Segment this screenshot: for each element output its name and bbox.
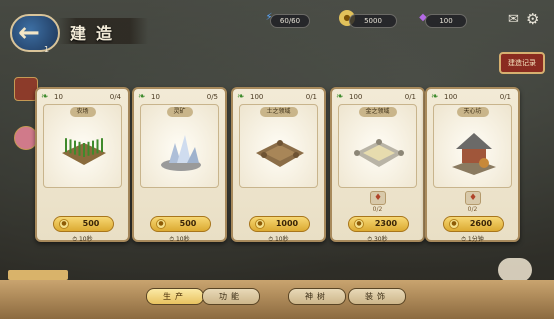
gold-counter: 5000 [349, 14, 397, 28]
build-count: 0/1 [305, 93, 317, 101]
building-card-pavilion[interactable]: ❧ 100 0/1 天心坊 ♦ 0/2 ● 2600 ⏱ 1分钟 [425, 87, 520, 243]
leaf-icon: ❧ [336, 92, 344, 102]
build-time: ⏱ 30秒 [367, 236, 388, 243]
building-pavilion-icon [448, 129, 500, 175]
build-button[interactable]: ● 500 [53, 216, 114, 232]
back-button[interactable]: ← [10, 14, 60, 52]
building-farm-icon [58, 129, 110, 175]
build-time-value: 10秒 [274, 236, 289, 243]
leaf-cost: 100 [349, 93, 363, 101]
tab-production[interactable]: 生产 [146, 288, 204, 305]
building-name: 农场 [69, 107, 96, 117]
build-button[interactable]: ● 2300 [348, 216, 409, 232]
leaf-icon: ❧ [138, 92, 146, 102]
gem-counter: 100 [425, 14, 467, 28]
required-item-count: 0/2 [467, 206, 478, 213]
building-metal-icon [353, 129, 405, 175]
level-badge: 1 [44, 45, 50, 54]
building-card-farm[interactable]: ❧ 10 0/4 农场 ● 500 ⏱ 10秒 [35, 87, 130, 243]
tab-divine-tree[interactable]: 神树 [288, 288, 346, 305]
energy-counter: 60/60 [270, 14, 310, 28]
build-time-value: 1分钟 [467, 236, 484, 243]
building-earth-icon [254, 129, 306, 175]
building-preview: 灵矿 [140, 104, 219, 188]
build-button[interactable]: ● 2600 [443, 216, 504, 232]
building-preview: 金之领域 [338, 104, 417, 188]
building-card-metal[interactable]: ❧ 100 0/1 金之领域 ♦ 0/2 ● 2300 ⏱ 30秒 [330, 87, 425, 243]
build-button[interactable]: ● 1000 [249, 216, 310, 232]
gold-coin-icon: ● [354, 219, 364, 229]
build-count: 0/5 [206, 93, 218, 101]
required-item-count: 0/2 [372, 206, 383, 213]
leaf-cost: 10 [151, 93, 160, 101]
leaf-icon: ❧ [431, 92, 439, 102]
build-time: ⏱ 1分钟 [461, 236, 484, 243]
build-time-value: 10秒 [78, 236, 93, 243]
gold-coin-icon: ● [449, 219, 459, 229]
gold-coin-icon: ● [59, 219, 69, 229]
leaf-cost: 10 [54, 93, 63, 101]
required-item-icon: ♦ [465, 191, 481, 205]
building-preview: 天心坊 [433, 104, 512, 188]
build-record-tag[interactable]: 建造记录 [499, 52, 545, 74]
build-time-value: 30秒 [373, 236, 388, 243]
build-price: 1000 [275, 219, 299, 228]
building-name: 土之领域 [259, 107, 298, 117]
required-item-icon: ♦ [370, 191, 386, 205]
leaf-cost: 100 [250, 93, 264, 101]
gold-coin-icon: ● [255, 219, 265, 229]
left-corner-decoration [8, 270, 68, 280]
mail-icon[interactable]: ✉ [508, 13, 522, 26]
build-time: ⏱ 10秒 [72, 236, 93, 243]
build-time: ⏱ 10秒 [268, 236, 289, 243]
building-crystal-icon [155, 129, 207, 175]
back-arrow-icon: ← [18, 18, 40, 48]
gold-coin-icon: ● [156, 219, 166, 229]
building-name: 金之领域 [358, 107, 397, 117]
build-price: 500 [179, 219, 197, 228]
right-corner-button[interactable] [498, 258, 532, 282]
bottom-tab-bar: 生产 功能 神树 装饰 [0, 280, 554, 319]
build-count: 0/4 [109, 93, 121, 101]
building-card-earth[interactable]: ❧ 100 0/1 土之领域 ● 1000 ⏱ 10秒 [231, 87, 326, 243]
leaf-icon: ❧ [41, 92, 49, 102]
building-preview: 农场 [43, 104, 122, 188]
build-time: ⏱ 10秒 [169, 236, 190, 243]
building-card-crystal[interactable]: ❧ 10 0/5 灵矿 ● 500 ⏱ 10秒 [132, 87, 227, 243]
leaf-icon: ❧ [237, 92, 245, 102]
build-price: 2300 [374, 219, 398, 228]
build-count: 0/1 [404, 93, 416, 101]
building-name: 天心坊 [456, 107, 489, 117]
build-time-value: 10秒 [175, 236, 190, 243]
build-button[interactable]: ● 500 [150, 216, 211, 232]
build-price: 2600 [469, 219, 493, 228]
build-price: 500 [82, 219, 100, 228]
building-name: 灵矿 [166, 107, 193, 117]
build-count: 0/1 [499, 93, 511, 101]
building-preview: 土之领域 [239, 104, 318, 188]
leaf-cost: 100 [444, 93, 458, 101]
settings-gear-icon[interactable]: ⚙ [526, 11, 542, 27]
page-title: 建造 [70, 24, 123, 43]
tab-function[interactable]: 功能 [202, 288, 260, 305]
tab-decoration[interactable]: 装饰 [348, 288, 406, 305]
